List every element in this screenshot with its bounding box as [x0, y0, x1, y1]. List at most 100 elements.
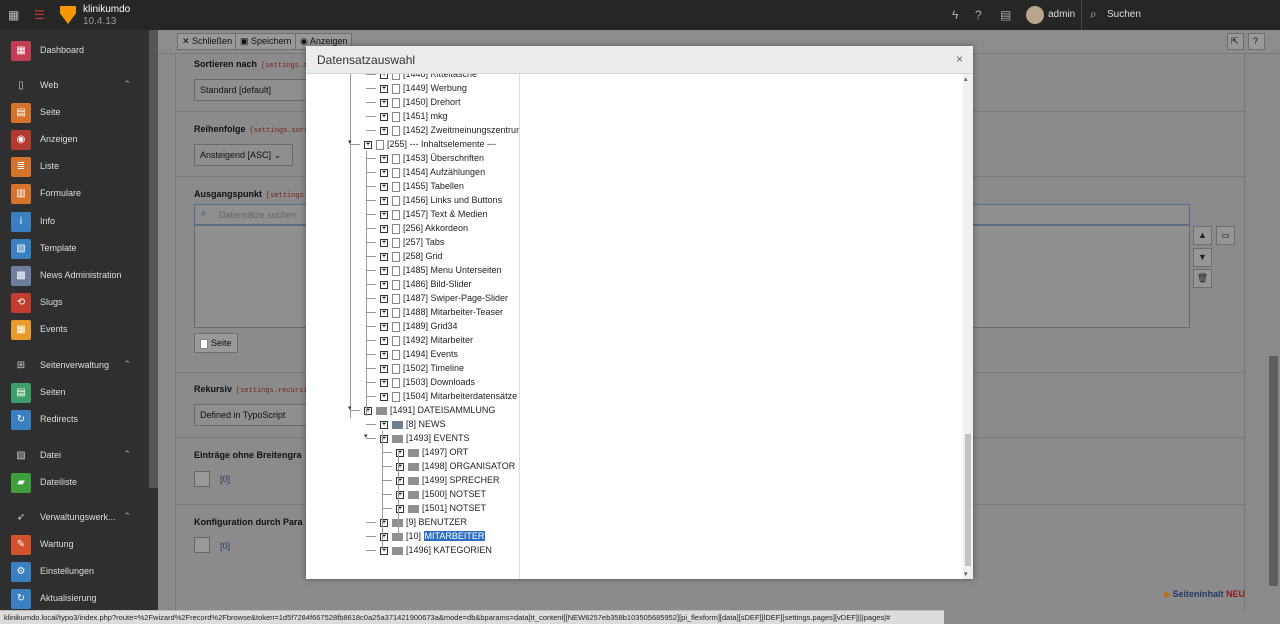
- sidebar-item-redirects[interactable]: ↻ Redirects: [0, 408, 149, 432]
- tree-node[interactable]: + [1485] Menu Unterseiten: [380, 263, 502, 277]
- tree-node[interactable]: + [1494] Events: [380, 347, 458, 361]
- tree-node[interactable]: + [1448] Kitteltasche: [380, 74, 477, 81]
- scroll-up-icon[interactable]: ▴: [964, 75, 968, 83]
- typo3-logo-icon[interactable]: [60, 6, 76, 24]
- expand-icon[interactable]: +: [380, 126, 388, 135]
- expand-icon[interactable]: +: [380, 98, 388, 107]
- tree-node[interactable]: + [9] BENUTZER: [380, 515, 467, 529]
- tree-node[interactable]: + [1488] Mitarbeiter-Teaser: [380, 305, 503, 319]
- tree-node[interactable]: + [1503] Downloads: [380, 375, 475, 389]
- chevron-up-icon[interactable]: ⌃: [123, 511, 131, 522]
- save-button[interactable]: ▣ Speichern: [235, 33, 297, 50]
- tree-node[interactable]: + [1497] ORT: [396, 445, 468, 459]
- sidebar-item-aktualisierung[interactable]: ↻ Aktualisierung: [0, 587, 149, 611]
- page-scrollbar[interactable]: [1269, 356, 1278, 586]
- expand-icon[interactable]: +: [380, 238, 388, 247]
- sidebar-item-info[interactable]: i Info: [0, 210, 149, 234]
- move-up-icon[interactable]: ▲: [1193, 226, 1212, 245]
- expand-icon[interactable]: +: [380, 350, 388, 359]
- sidebar-item-verwaltungswerk[interactable]: ➶ Verwaltungswerk... ⌃: [0, 506, 149, 530]
- username[interactable]: admin: [1048, 9, 1075, 20]
- tree-node[interactable]: + [1496] KATEGORIEN: [380, 543, 492, 557]
- recursive-select[interactable]: Defined in TypoScript: [194, 404, 314, 426]
- sidebar-item-slugs[interactable]: ⟲ Slugs: [0, 291, 149, 315]
- expand-icon[interactable]: +: [380, 378, 388, 387]
- sidebar-item-seite[interactable]: ▤ Seite: [0, 101, 149, 125]
- config-checkbox[interactable]: [194, 537, 210, 553]
- vertical-scrollbar[interactable]: ▴ ▾: [963, 74, 973, 579]
- expand-icon[interactable]: +: [380, 112, 388, 121]
- close-icon[interactable]: ×: [956, 52, 963, 66]
- flash-icon[interactable]: ϟ: [952, 8, 958, 22]
- open-new-window-icon[interactable]: ⇱: [1227, 33, 1244, 50]
- content-type-indicator[interactable]: ◆ Seiteninhalt NEU: [1163, 589, 1245, 600]
- delete-icon[interactable]: 🗑: [1193, 269, 1212, 288]
- expand-icon[interactable]: +: [364, 140, 372, 149]
- tree-node[interactable]: + [1487] Swiper-Page-Slider: [380, 291, 508, 305]
- help-button-icon[interactable]: ?: [1248, 33, 1265, 50]
- tree-node[interactable]: + [1451] mkg: [380, 109, 448, 123]
- order-select[interactable]: Ansteigend [ASC] ⌄: [194, 144, 293, 166]
- tree-node[interactable]: + [255] --- Inhaltselemente ---: [364, 137, 496, 151]
- tree-node[interactable]: + [258] Grid: [380, 249, 443, 263]
- sidebar-item-liste[interactable]: ≣ Liste: [0, 155, 149, 179]
- sidebar-scrollbar[interactable]: [149, 30, 158, 488]
- sidebar-item-datei[interactable]: ▨ Datei ⌃: [0, 444, 149, 468]
- tree-node[interactable]: + [1500] NOTSET: [396, 487, 486, 501]
- tree-node[interactable]: + [1453] Überschriften: [380, 151, 484, 165]
- sidebar-item-seitenverwaltung[interactable]: ⊞ Seitenverwaltung ⌃: [0, 354, 149, 378]
- tree-node[interactable]: + [1502] Timeline: [380, 361, 464, 375]
- tree-node[interactable]: + [1456] Links und Buttons: [380, 193, 502, 207]
- system-info-icon[interactable]: ▤: [1000, 8, 1011, 22]
- expand-icon[interactable]: +: [380, 182, 388, 191]
- tree-node[interactable]: + [1457] Text & Medien: [380, 207, 487, 221]
- sidebar-item-formulare[interactable]: ▥ Formulare: [0, 182, 149, 206]
- expand-icon[interactable]: +: [380, 420, 388, 429]
- chevron-up-icon[interactable]: ⌃: [123, 359, 131, 370]
- tree-node[interactable]: + [8] NEWS: [380, 417, 446, 431]
- expand-icon[interactable]: +: [380, 154, 388, 163]
- sidebar-item-template[interactable]: ▧ Template: [0, 237, 149, 261]
- move-down-icon[interactable]: ▼: [1193, 248, 1212, 267]
- expand-icon[interactable]: +: [380, 266, 388, 275]
- nowidth-checkbox[interactable]: [194, 471, 210, 487]
- sidebar-item-seiten[interactable]: ▤ Seiten: [0, 381, 149, 405]
- tree-node[interactable]: + [1493] EVENTS: [380, 431, 470, 445]
- tree-node[interactable]: + [1450] Drehort: [380, 95, 461, 109]
- tree-node[interactable]: + [10] MITARBEITER: [380, 529, 486, 543]
- sidebar-item-dateiliste[interactable]: ▰ Dateiliste: [0, 471, 149, 495]
- tree-node[interactable]: + [1498] ORGANISATOR: [396, 459, 515, 473]
- tree-node[interactable]: + [256] Akkordeon: [380, 221, 468, 235]
- global-search[interactable]: ⌕ Suchen: [1081, 0, 1280, 30]
- expand-icon[interactable]: +: [380, 364, 388, 373]
- expand-icon[interactable]: +: [380, 84, 388, 93]
- tree-node[interactable]: + [1455] Tabellen: [380, 179, 464, 193]
- tree-node[interactable]: + [1492] Mitarbeiter: [380, 333, 473, 347]
- expand-icon[interactable]: +: [380, 196, 388, 205]
- expand-icon[interactable]: +: [380, 308, 388, 317]
- scroll-down-icon[interactable]: ▾: [964, 570, 968, 578]
- expand-icon[interactable]: +: [380, 294, 388, 303]
- folder-browse-icon[interactable]: ▭: [1216, 226, 1235, 245]
- module-menu-toggle-icon[interactable]: ☰: [34, 8, 46, 22]
- vertical-scroll-thumb[interactable]: [965, 434, 971, 566]
- expand-icon[interactable]: +: [380, 322, 388, 331]
- expand-icon[interactable]: +: [380, 392, 388, 401]
- sidebar-item-web[interactable]: ▯ Web ⌃: [0, 74, 149, 98]
- close-button[interactable]: ✕ Schließen: [177, 33, 238, 50]
- expand-icon[interactable]: +: [380, 336, 388, 345]
- expand-icon[interactable]: +: [380, 74, 388, 79]
- tree-node[interactable]: + [1449] Werbung: [380, 81, 467, 95]
- help-icon[interactable]: ?: [975, 8, 982, 22]
- chevron-up-icon[interactable]: ⌃: [123, 79, 131, 90]
- apps-grid-icon[interactable]: ▦: [8, 9, 20, 21]
- tree-node[interactable]: + [1454] Aufzählungen: [380, 165, 485, 179]
- sidebar-item-wartung[interactable]: ✎ Wartung: [0, 533, 149, 557]
- chevron-up-icon[interactable]: ⌃: [123, 449, 131, 460]
- tree-node[interactable]: + [1491] DATEISAMMLUNG: [364, 403, 495, 417]
- sort-select[interactable]: Standard [default]: [194, 79, 314, 101]
- page-browse-button[interactable]: Seite: [194, 333, 238, 353]
- tree-node[interactable]: + [1501] NOTSET: [396, 501, 486, 515]
- sidebar-item-news-administration[interactable]: ▩ News Administration: [0, 264, 149, 288]
- tree-node[interactable]: + [1489] Grid34: [380, 319, 458, 333]
